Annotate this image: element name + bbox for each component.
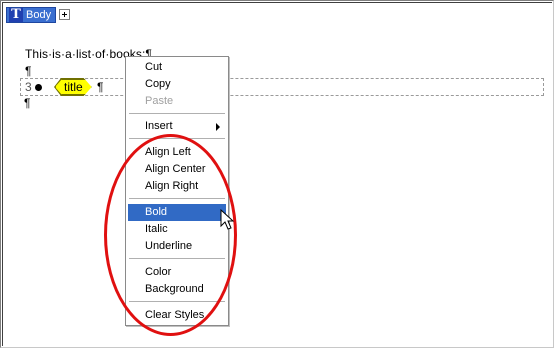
menu-separator xyxy=(129,198,225,199)
context-menu: Cut Copy Paste Insert Align Left Align C… xyxy=(125,56,229,326)
menu-item-color[interactable]: Color xyxy=(128,264,226,281)
element-breadcrumb: T Body xyxy=(6,6,71,23)
menu-item-background[interactable]: Background xyxy=(128,281,226,298)
body-tag-label: Body xyxy=(26,8,52,21)
menu-item-underline[interactable]: Underline xyxy=(128,238,226,255)
menu-separator xyxy=(129,113,225,114)
paragraph-mark-end: ¶ xyxy=(24,96,31,110)
menu-item-align-right[interactable]: Align Right xyxy=(128,178,226,195)
title-tag[interactable]: title xyxy=(55,79,92,95)
menu-item-italic[interactable]: Italic xyxy=(128,221,226,238)
body-tag[interactable]: T Body xyxy=(6,6,57,23)
menu-item-insert[interactable]: Insert xyxy=(128,118,226,135)
menu-item-align-center[interactable]: Align Center xyxy=(128,161,226,178)
menu-item-cut[interactable]: Cut xyxy=(128,59,226,76)
submenu-arrow-icon xyxy=(216,123,220,131)
expand-plus-icon[interactable] xyxy=(59,9,71,20)
menu-item-copy[interactable]: Copy xyxy=(128,76,226,93)
list-item-row[interactable]: 3 title title ¶ xyxy=(20,78,544,96)
menu-item-align-left[interactable]: Align Left xyxy=(128,144,226,161)
paragraph-mark: ¶ xyxy=(25,64,32,78)
menu-separator xyxy=(129,258,225,259)
bullet-icon xyxy=(35,84,42,91)
list-item-number: 3 xyxy=(25,80,32,94)
menu-separator xyxy=(129,301,225,302)
menu-item-insert-label: Insert xyxy=(145,120,173,132)
list-item-paragraph-mark: ¶ xyxy=(97,80,104,94)
menu-separator xyxy=(129,138,225,139)
menu-item-bold[interactable]: Bold xyxy=(128,204,226,221)
menu-item-paste[interactable]: Paste xyxy=(128,93,226,110)
menu-item-clear-styles[interactable]: Clear Styles xyxy=(128,307,226,324)
t-icon: T xyxy=(9,7,23,22)
